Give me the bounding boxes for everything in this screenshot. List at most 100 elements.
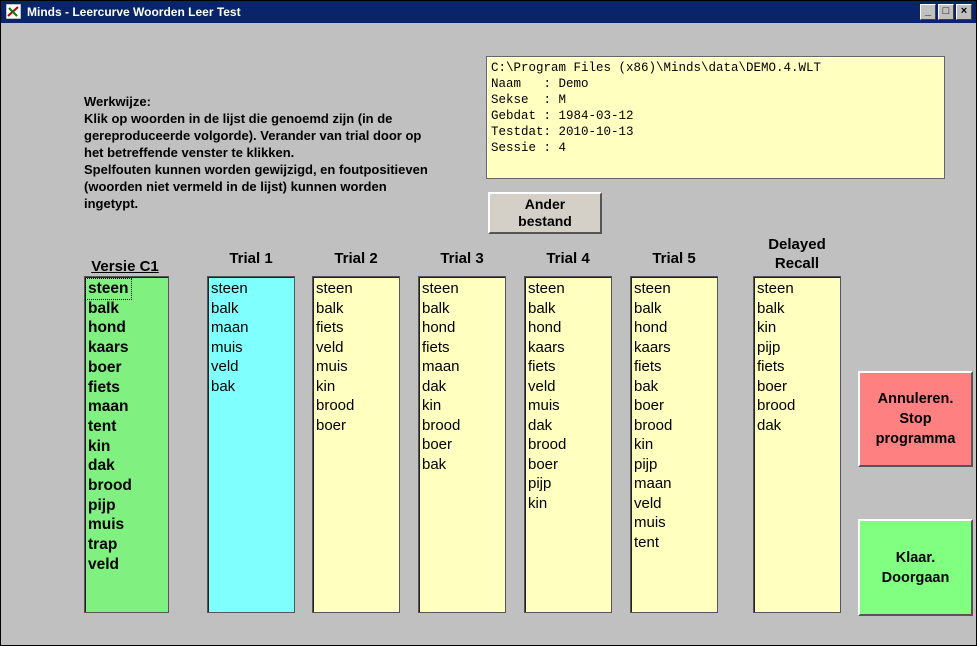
word-item[interactable]: dak xyxy=(422,377,502,397)
word-item[interactable]: maan xyxy=(634,474,714,494)
word-item[interactable]: kin xyxy=(88,437,165,457)
cancel-stop-button[interactable]: Annuleren. Stop programma xyxy=(858,371,973,467)
word-item[interactable]: kin xyxy=(528,494,608,514)
word-item[interactable]: pijp xyxy=(528,474,608,494)
info-naam: Naam : Demo xyxy=(491,77,589,91)
word-item[interactable]: hond xyxy=(422,318,502,338)
header-trial-2: Trial 2 xyxy=(334,250,378,267)
word-item[interactable]: hond xyxy=(634,318,714,338)
word-item[interactable]: kaars xyxy=(528,338,608,358)
trial-3-list[interactable]: steen balk hond fiets maan dak kin brood boer bak xyxy=(418,276,506,613)
close-button[interactable]: × xyxy=(956,4,972,20)
word-item[interactable]: fiets xyxy=(634,357,714,377)
word-item[interactable]: balk xyxy=(757,299,837,319)
word-item[interactable]: steen xyxy=(757,279,837,299)
restore-button[interactable]: □ xyxy=(938,4,954,20)
trial-1-list[interactable]: steen balk maan muis veld bak xyxy=(207,276,295,613)
word-item[interactable]: trap xyxy=(88,535,165,555)
word-item[interactable]: balk xyxy=(634,299,714,319)
trial-2-list[interactable]: steen balk fiets veld muis kin brood boer xyxy=(312,276,400,613)
word-item[interactable]: brood xyxy=(316,396,396,416)
word-item[interactable]: dak xyxy=(528,416,608,436)
word-item[interactable]: fiets xyxy=(422,338,502,358)
word-item[interactable]: kin xyxy=(757,318,837,338)
done-label: Doorgaan xyxy=(881,569,950,586)
word-item[interactable]: pijp xyxy=(757,338,837,358)
word-item[interactable]: brood xyxy=(528,435,608,455)
word-item[interactable]: fiets xyxy=(316,318,396,338)
versie-word-list[interactable]: steen balk hond kaars boer fiets maan tent kin da… xyxy=(84,276,169,613)
word-item[interactable]: brood xyxy=(634,416,714,436)
word-item[interactable]: bak xyxy=(211,377,291,397)
word-item[interactable]: muis xyxy=(211,338,291,358)
word-item[interactable]: hond xyxy=(88,318,165,338)
word-item[interactable]: boer xyxy=(757,377,837,397)
cancel-label: Stop xyxy=(899,411,932,427)
header-trial-3: Trial 3 xyxy=(440,250,484,267)
word-item[interactable]: steen xyxy=(211,279,291,299)
header-trial-4: Trial 4 xyxy=(546,250,590,267)
word-item[interactable]: steen xyxy=(528,279,608,299)
cancel-label: Annuleren. xyxy=(877,391,954,407)
word-item[interactable]: kin xyxy=(422,396,502,416)
word-item[interactable]: steen xyxy=(422,279,502,299)
word-item[interactable]: tent xyxy=(88,417,165,437)
word-item[interactable]: balk xyxy=(528,299,608,319)
instructions-line: Klik op woorden in de lijst die genoemd … xyxy=(84,111,393,126)
word-item[interactable]: tent xyxy=(634,533,714,553)
word-item[interactable]: maan xyxy=(422,357,502,377)
word-item[interactable]: boer xyxy=(88,358,165,378)
word-item[interactable]: balk xyxy=(88,299,165,319)
word-item[interactable]: boer xyxy=(422,435,502,455)
header-trial-1: Trial 1 xyxy=(229,250,273,267)
word-item[interactable]: boer xyxy=(528,455,608,475)
other-file-label: bestand xyxy=(518,213,572,229)
word-item[interactable]: balk xyxy=(422,299,502,319)
word-item[interactable]: veld xyxy=(634,494,714,514)
trial-5-list[interactable]: steen balk hond kaars fiets bak boer brood kin pi… xyxy=(630,276,718,613)
word-item[interactable]: steen xyxy=(634,279,714,299)
word-item[interactable]: balk xyxy=(211,299,291,319)
word-item[interactable]: pijp xyxy=(88,496,165,516)
instructions-text: Werkwijze: Klik op woorden in de lijst d… xyxy=(84,93,479,212)
word-item[interactable]: boer xyxy=(634,396,714,416)
word-item[interactable]: veld xyxy=(528,377,608,397)
word-item[interactable]: hond xyxy=(528,318,608,338)
word-item[interactable]: dak xyxy=(757,416,837,436)
delayed-recall-list[interactable]: steen balk kin pijp fiets boer brood dak xyxy=(753,276,841,613)
word-item[interactable]: muis xyxy=(528,396,608,416)
trial-4-list[interactable]: steen balk hond kaars fiets veld muis dak brood b… xyxy=(524,276,612,613)
main-window: Minds - Leercurve Woorden Leer Test _ □ … xyxy=(0,0,977,646)
word-item[interactable]: veld xyxy=(316,338,396,358)
info-sekse: Sekse : M xyxy=(491,93,567,107)
other-file-button[interactable]: Ander bestand xyxy=(488,192,602,234)
word-item[interactable]: brood xyxy=(88,476,165,496)
word-item[interactable]: maan xyxy=(211,318,291,338)
word-item[interactable]: veld xyxy=(211,357,291,377)
done-continue-button[interactable]: Klaar. Doorgaan xyxy=(858,519,973,616)
word-item[interactable]: brood xyxy=(422,416,502,436)
word-item[interactable]: kaars xyxy=(88,338,165,358)
word-item[interactable]: fiets xyxy=(757,357,837,377)
word-item[interactable]: fiets xyxy=(88,378,165,398)
word-item[interactable]: bak xyxy=(422,455,502,475)
word-item[interactable]: maan xyxy=(88,397,165,417)
word-item[interactable]: muis xyxy=(316,357,396,377)
word-item[interactable]: fiets xyxy=(528,357,608,377)
word-item[interactable]: veld xyxy=(88,555,165,575)
word-item[interactable]: bak xyxy=(634,377,714,397)
word-item[interactable]: muis xyxy=(634,513,714,533)
word-item[interactable]: balk xyxy=(316,299,396,319)
word-item[interactable]: brood xyxy=(757,396,837,416)
minimize-button[interactable]: _ xyxy=(920,4,936,20)
word-item[interactable]: steen xyxy=(85,278,165,300)
word-item[interactable]: kin xyxy=(316,377,396,397)
other-file-label: Ander xyxy=(524,196,566,212)
word-item[interactable]: kin xyxy=(634,435,714,455)
word-item[interactable]: steen xyxy=(316,279,396,299)
word-item[interactable]: boer xyxy=(316,416,396,436)
word-item[interactable]: dak xyxy=(88,456,165,476)
word-item[interactable]: kaars xyxy=(634,338,714,358)
word-item[interactable]: muis xyxy=(88,515,165,535)
word-item[interactable]: pijp xyxy=(634,455,714,475)
